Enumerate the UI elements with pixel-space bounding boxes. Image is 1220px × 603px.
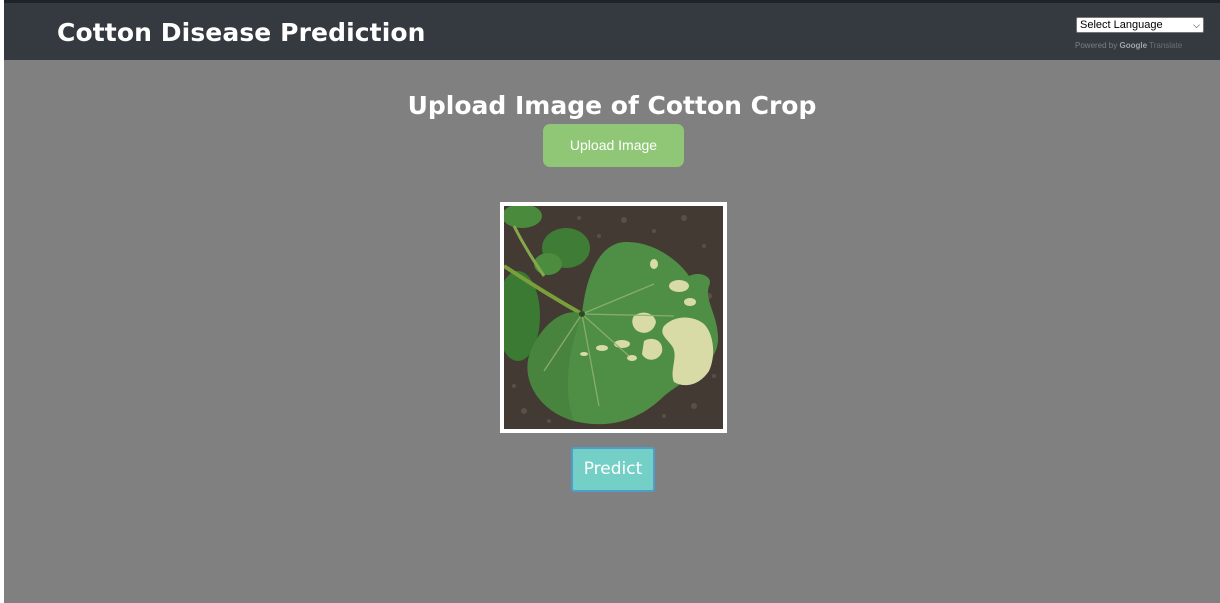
powered-by-text: Powered by — [1075, 41, 1118, 50]
predict-button[interactable]: Predict — [571, 447, 655, 492]
brand-title[interactable]: Cotton Disease Prediction — [57, 18, 426, 47]
upload-image-button[interactable]: Upload Image — [543, 124, 684, 167]
translate-link[interactable]: Translate — [1149, 41, 1182, 50]
google-logo: Google — [1119, 41, 1148, 50]
chevron-down-icon: ⌵ — [1193, 20, 1200, 30]
image-preview — [500, 202, 727, 433]
page-heading: Upload Image of Cotton Crop — [407, 91, 817, 120]
app-frame: Cotton Disease Prediction Select Languag… — [4, 0, 1220, 603]
language-select[interactable]: Select Language ⌵ — [1076, 17, 1204, 33]
google-translate-attribution: Powered by Google Translate — [1075, 41, 1182, 50]
navbar: Cotton Disease Prediction Select Languag… — [4, 3, 1220, 60]
language-select-value: Select Language — [1080, 19, 1163, 31]
cotton-leaf-image — [504, 206, 723, 429]
